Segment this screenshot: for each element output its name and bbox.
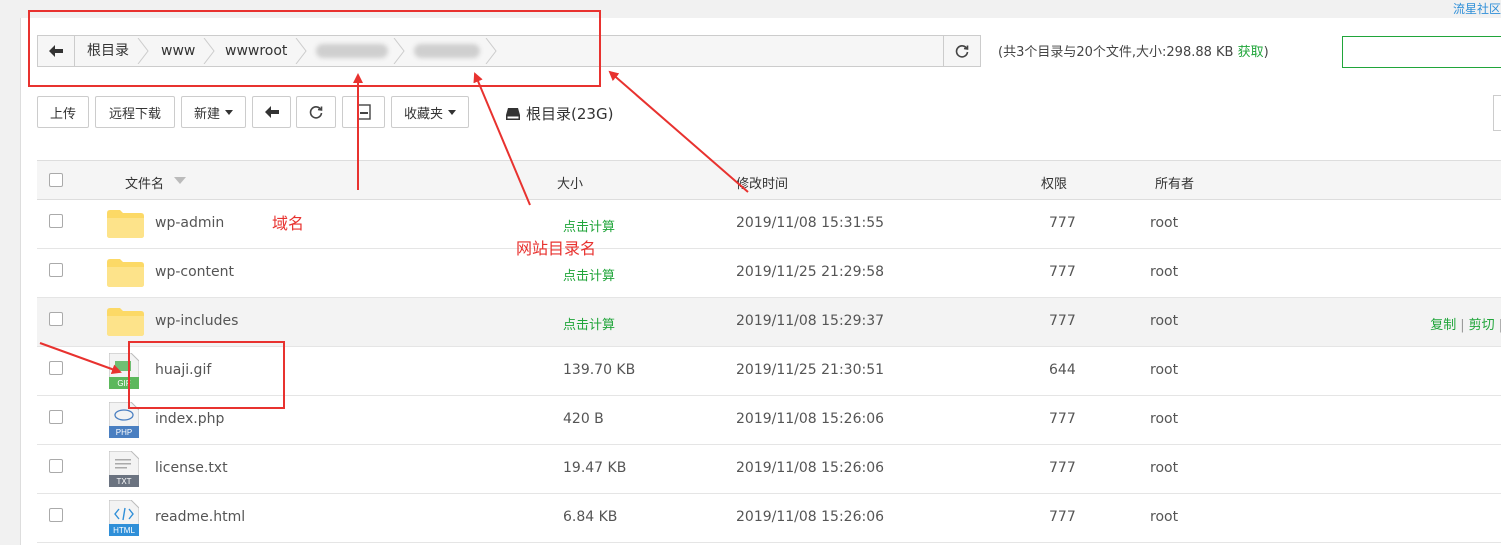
annotation-arrow-site-dir [473,72,531,206]
annotation-arrow-path [608,70,749,193]
annotation-arrows [39,70,749,374]
annotation-arrow-file [39,342,122,374]
